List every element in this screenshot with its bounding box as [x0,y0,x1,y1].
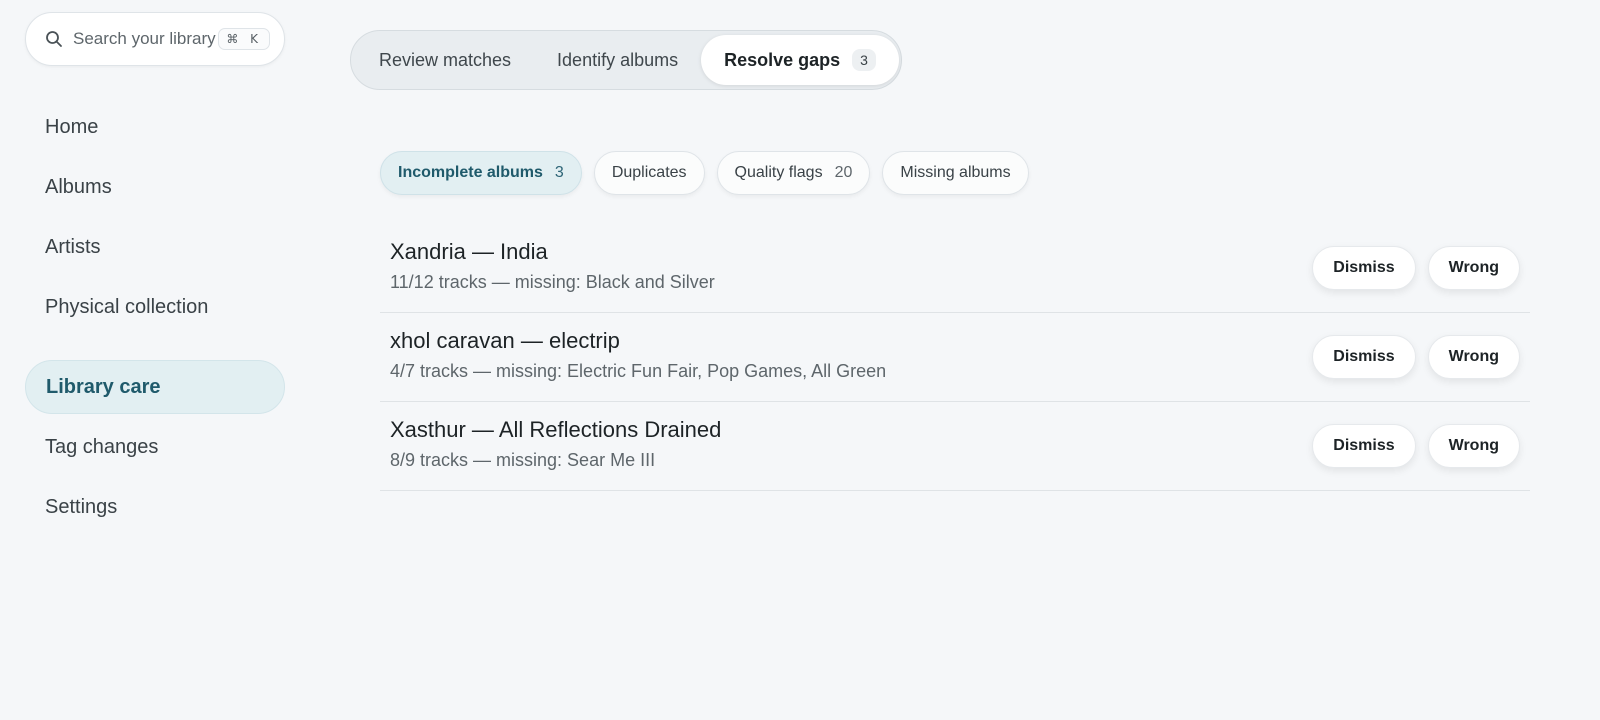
missing-tracks-detail: 11/12 tracks — missing: Black and Silver [390,272,715,292]
sidebar-item-physical-collection[interactable]: Physical collection [25,280,285,334]
tab-review-matches[interactable]: Review matches [356,35,534,85]
tab-count-badge: 3 [852,49,876,71]
filter-chip-incomplete-albums[interactable]: Incomplete albums 3 [380,151,582,195]
sidebar: ⌘ K Home Albums Artists Physical collect… [0,0,300,720]
chip-label: Missing albums [900,164,1011,181]
tab-label: Review matches [379,49,512,70]
gap-filter-chips: Incomplete albums 3 Duplicates Quality f… [380,151,1029,195]
dismiss-button[interactable]: Dismiss [1312,335,1416,379]
search-input[interactable] [73,29,219,49]
sidebar-item-home[interactable]: Home [25,100,285,154]
row-actions: Dismiss Wrong [1312,335,1520,379]
album-title: Xasthur — All Reflections Drained [390,417,722,442]
tab-identify-albums[interactable]: Identify albums [534,35,701,85]
chip-label: Quality flags [734,164,823,181]
dismiss-button[interactable]: Dismiss [1312,424,1416,468]
search-box[interactable]: ⌘ K [25,12,285,66]
search-shortcut-badge: ⌘ K [218,28,270,50]
album-title: xhol caravan — electrip [390,328,620,353]
sidebar-item-albums[interactable]: Albums [25,160,285,214]
filter-chip-quality-flags[interactable]: Quality flags 20 [716,151,871,195]
tab-label: Identify albums [557,49,679,70]
list-item: xhol caravan — electrip 4/7 tracks — mis… [380,313,1530,402]
filter-chip-duplicates[interactable]: Duplicates [593,151,705,195]
missing-tracks-detail: 8/9 tracks — missing: Sear Me III [390,450,656,470]
wrong-button[interactable]: Wrong [1427,335,1520,379]
sidebar-item-artists[interactable]: Artists [25,220,285,274]
missing-tracks-detail: 4/7 tracks — missing: Electric Fun Fair,… [390,361,887,381]
row-actions: Dismiss Wrong [1312,424,1520,468]
dismiss-button[interactable]: Dismiss [1312,246,1416,290]
chip-count: 3 [554,164,564,181]
row-actions: Dismiss Wrong [1312,246,1520,290]
sidebar-item-library-care[interactable]: Library care [25,360,285,414]
filter-chip-missing-albums[interactable]: Missing albums [882,151,1029,195]
chip-label: Duplicates [611,164,687,181]
wrong-button[interactable]: Wrong [1427,424,1520,468]
search-icon [45,30,63,48]
list-item: Xasthur — All Reflections Drained 8/9 tr… [380,402,1530,491]
chip-count: 20 [834,164,853,181]
sidebar-item-settings[interactable]: Settings [25,480,285,534]
wrong-button[interactable]: Wrong [1427,246,1520,290]
list-item: Xandria — India 11/12 tracks — missing: … [380,224,1530,313]
tab-resolve-gaps[interactable]: Resolve gaps 3 [701,35,899,85]
incomplete-albums-list: Xandria — India 11/12 tracks — missing: … [380,224,1530,491]
sidebar-nav: Home Albums Artists Physical collection … [25,100,285,540]
sidebar-item-tag-changes[interactable]: Tag changes [25,420,285,474]
chip-label: Incomplete albums [398,164,543,181]
tab-label: Resolve gaps [724,49,841,70]
album-title: Xandria — India [390,239,548,264]
library-care-tabs: Review matches Identify albums Resolve g… [350,30,902,90]
